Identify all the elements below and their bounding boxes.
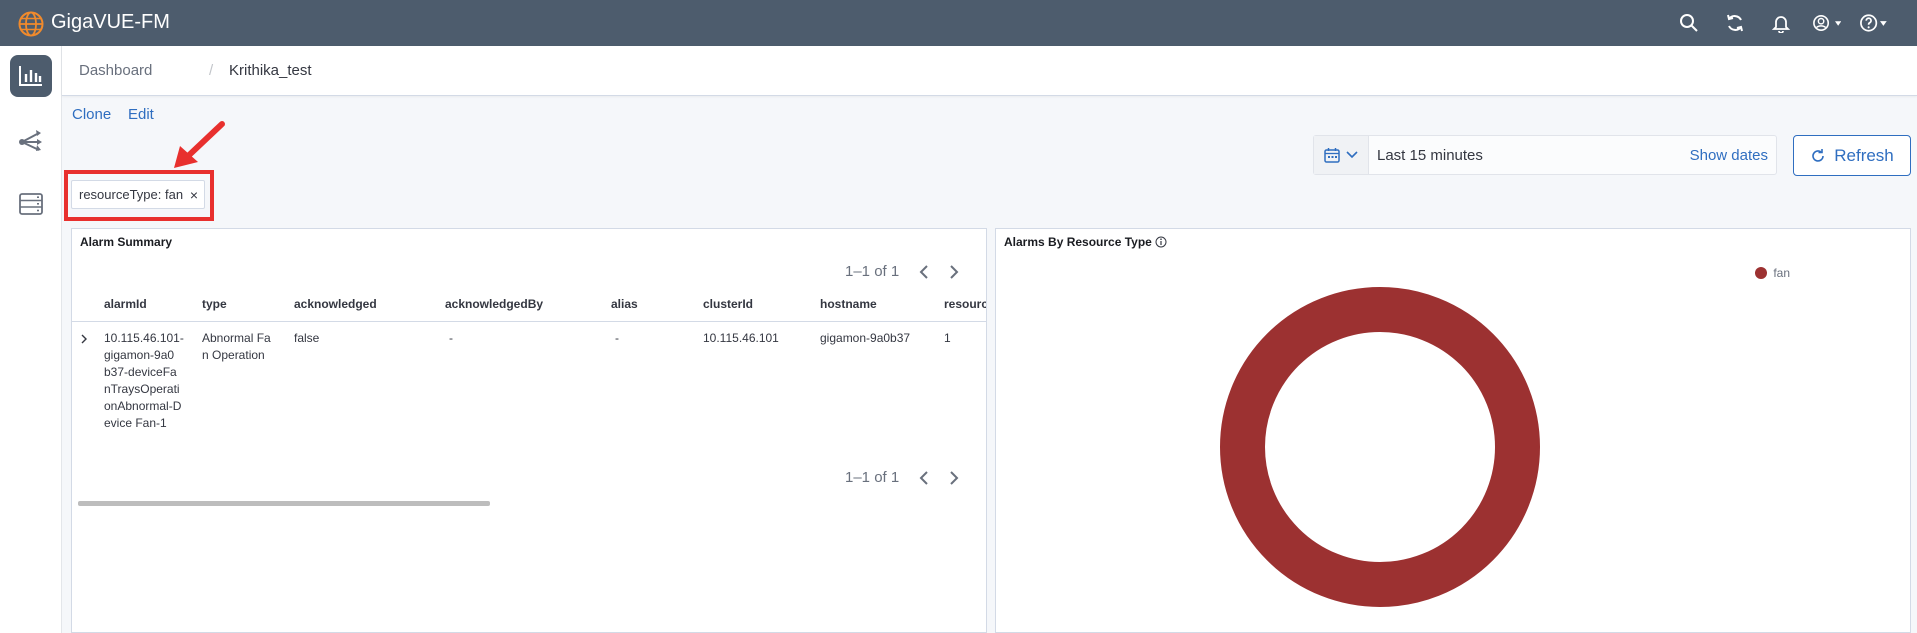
help-icon[interactable]: [1859, 11, 1887, 35]
column-header-resource[interactable]: resourc: [944, 297, 986, 311]
annotation-arrow: [174, 121, 225, 168]
donut-chart: [1220, 287, 1540, 607]
dashboard-nav-icon[interactable]: [10, 55, 52, 97]
horizontal-scrollbar[interactable]: [78, 501, 490, 506]
chevron-right-icon[interactable]: [949, 264, 959, 280]
left-navigation: [0, 46, 62, 633]
alarms-by-resource-type-panel: Alarms By Resource Type fan: [995, 228, 1911, 633]
alarm-summary-panel: Alarm Summary 1–1 of 1 alarmId type ackn…: [71, 228, 987, 633]
refresh-button[interactable]: Refresh: [1793, 135, 1911, 176]
edit-link[interactable]: Edit: [128, 106, 154, 123]
donut-slice-fan[interactable]: [1220, 287, 1540, 607]
cell-alarmid: 10.115.46.101- gigamon-9a0 b37-deviceFa …: [104, 331, 184, 430]
chevron-left-icon[interactable]: [919, 470, 929, 486]
breadcrumb-current: Krithika_test: [229, 62, 312, 79]
panel-title: Alarm Summary: [80, 235, 173, 249]
user-menu-icon[interactable]: [1813, 11, 1841, 35]
column-header-acknowledged[interactable]: acknowledged: [294, 297, 377, 311]
cell-clusterid: 10.115.46.101: [703, 331, 779, 345]
sync-icon[interactable]: [1721, 11, 1749, 35]
breadcrumb-separator: /: [209, 62, 214, 79]
top-bar: GigaVUE-FM: [0, 0, 1917, 46]
search-icon[interactable]: [1675, 11, 1703, 35]
traffic-flow-nav-icon[interactable]: [10, 119, 52, 161]
refresh-label: Refresh: [1834, 145, 1894, 165]
header-divider: [72, 321, 986, 322]
chevron-right-icon[interactable]: [949, 470, 959, 486]
column-header-type[interactable]: type: [202, 297, 227, 311]
cell-resource: 1: [944, 331, 951, 345]
inventory-nav-icon[interactable]: [10, 183, 52, 225]
remove-filter-icon[interactable]: ×: [190, 187, 198, 203]
chevron-down-icon: [1346, 151, 1358, 159]
breadcrumb-dashboard-link[interactable]: Dashboard: [79, 62, 152, 79]
calendar-icon: [1324, 148, 1340, 163]
filter-pill-label: resourceType: fan: [79, 187, 184, 202]
globe-logo-icon: [18, 11, 44, 37]
column-header-clusterid[interactable]: clusterId: [703, 297, 753, 311]
cell-type: Abnormal Fa n Operation: [202, 331, 271, 362]
filter-pill[interactable]: resourceType: fan ×: [71, 180, 205, 209]
column-header-hostname[interactable]: hostname: [820, 297, 877, 311]
cell-acknowledgedby: -: [449, 331, 453, 345]
refresh-icon: [1812, 148, 1825, 162]
table-pager-bottom: 1–1 of 1: [845, 469, 959, 486]
pager-label: 1–1 of 1: [845, 469, 900, 486]
quick-select-button[interactable]: [1314, 136, 1369, 174]
bell-icon[interactable]: [1767, 11, 1795, 35]
cell-acknowledged: false: [294, 331, 320, 345]
date-picker: Last 15 minutes Show dates: [1313, 135, 1777, 175]
cell-alias: -: [615, 331, 619, 345]
pager-label: 1–1 of 1: [845, 263, 900, 280]
app-title: GigaVUE-FM: [51, 11, 170, 33]
show-dates-link[interactable]: Show dates: [1690, 147, 1768, 164]
column-header-acknowledgedby[interactable]: acknowledgedBy: [445, 297, 543, 311]
table-pager-top: 1–1 of 1: [845, 263, 959, 280]
column-header-alias[interactable]: alias: [611, 297, 638, 311]
cell-hostname: gigamon-9a0b37: [820, 331, 911, 345]
column-header-alarmid[interactable]: alarmId: [104, 297, 147, 311]
breadcrumb: Dashboard / Krithika_test: [62, 46, 1917, 96]
date-range-label[interactable]: Last 15 minutes: [1377, 147, 1483, 164]
clone-link[interactable]: Clone: [72, 106, 111, 123]
chevron-left-icon[interactable]: [919, 264, 929, 280]
expand-row-chevron-icon[interactable]: [80, 333, 88, 345]
